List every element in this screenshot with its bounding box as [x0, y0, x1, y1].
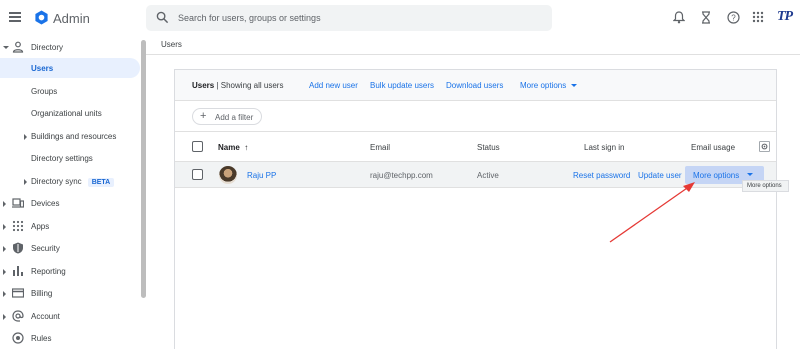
- sidebar-item-label: Directory: [31, 43, 64, 52]
- card-header: Users | Showing all users Add new user B…: [175, 70, 776, 101]
- caret-down-icon: [571, 84, 578, 87]
- sidebar-item-label: Directory settings: [31, 154, 93, 163]
- at-sign-icon: [12, 310, 24, 322]
- card-title-bold: Users: [192, 81, 215, 90]
- person-icon: [12, 41, 24, 53]
- sidebar-item-label: Reporting: [31, 267, 66, 276]
- help-icon[interactable]: ?: [727, 11, 740, 24]
- sidebar-item-label: Billing: [31, 289, 53, 298]
- avatar: [219, 166, 237, 184]
- search-bar[interactable]: [146, 5, 552, 31]
- select-all-checkbox[interactable]: [192, 141, 203, 152]
- user-name-link[interactable]: Raju PP: [247, 171, 276, 180]
- bar-chart-icon: [13, 266, 23, 276]
- add-new-user-link[interactable]: Add new user: [309, 81, 358, 90]
- rules-icon: [12, 332, 24, 344]
- chevron-right-icon[interactable]: [3, 291, 6, 297]
- breadcrumb: Users: [161, 40, 182, 49]
- card-title: Users | Showing all users: [192, 81, 283, 90]
- more-options-label: More options: [520, 81, 567, 90]
- column-status-header[interactable]: Status: [477, 143, 500, 152]
- sidebar-item-account[interactable]: Account: [0, 306, 140, 326]
- sidebar-item-reporting[interactable]: Reporting: [0, 261, 140, 281]
- sidebar-item-rules[interactable]: Rules: [0, 328, 140, 348]
- beta-badge: BETA: [87, 178, 115, 187]
- annotation-arrow: [609, 182, 695, 243]
- sidebar-item-label: Users: [31, 64, 54, 73]
- column-email-usage-header[interactable]: Email usage: [691, 143, 735, 152]
- sidebar-item-billing[interactable]: Billing: [0, 283, 140, 303]
- caret-down-icon: [747, 173, 753, 176]
- column-name-header[interactable]: Name ↑: [218, 143, 248, 152]
- user-email: raju@techpp.com: [370, 171, 433, 180]
- tooltip: More options: [742, 180, 789, 192]
- sidebar-item-devices[interactable]: Devices: [0, 193, 140, 213]
- shield-icon: [13, 242, 23, 254]
- bulk-update-users-link[interactable]: Bulk update users: [370, 81, 434, 90]
- sidebar-scrollbar[interactable]: [141, 40, 146, 298]
- sidebar-item-directory-sync[interactable]: Directory sync BETA: [0, 171, 140, 191]
- apps-grid-icon[interactable]: [752, 11, 764, 23]
- admin-logo-icon: [35, 10, 48, 25]
- sidebar-item-organizational-units[interactable]: Organizational units: [0, 103, 140, 123]
- row-checkbox[interactable]: [192, 169, 203, 180]
- more-options-menu[interactable]: More options: [520, 81, 578, 90]
- user-status: Active: [477, 171, 499, 180]
- sidebar: Directory Users Groups Organizational un…: [0, 36, 146, 349]
- search-input[interactable]: [178, 10, 538, 26]
- gear-icon[interactable]: [759, 141, 770, 152]
- download-users-link[interactable]: Download users: [446, 81, 503, 90]
- svg-text:?: ?: [731, 14, 736, 23]
- chevron-right-icon[interactable]: [24, 134, 27, 140]
- sidebar-item-label: Organizational units: [31, 109, 102, 118]
- sidebar-item-label: Groups: [31, 87, 58, 96]
- sidebar-item-label: Account: [31, 312, 60, 321]
- sidebar-item-label: Security: [31, 244, 60, 253]
- sidebar-item-label: Devices: [31, 199, 60, 208]
- chevron-right-icon[interactable]: [24, 179, 27, 185]
- sidebar-item-label: Rules: [31, 334, 52, 343]
- devices-icon: [12, 198, 24, 208]
- credit-card-icon: [12, 288, 24, 298]
- add-filter-label: Add a filter: [215, 113, 254, 122]
- search-icon: [156, 11, 169, 24]
- name-header-label: Name: [218, 143, 240, 152]
- chevron-right-icon[interactable]: [3, 224, 6, 230]
- apps-grid-icon: [12, 220, 24, 232]
- column-email-header[interactable]: Email: [370, 143, 390, 152]
- bell-icon[interactable]: [673, 11, 685, 24]
- sidebar-item-security[interactable]: Security: [0, 238, 140, 258]
- sidebar-item-directory[interactable]: Directory: [0, 37, 140, 57]
- app-title[interactable]: Admin: [53, 11, 90, 26]
- sidebar-item-label: Directory sync: [31, 177, 82, 186]
- chevron-down-icon[interactable]: [3, 46, 9, 49]
- sidebar-item-label: Apps: [31, 222, 50, 231]
- chevron-right-icon[interactable]: [3, 201, 6, 207]
- card-title-rest: | Showing all users: [214, 81, 284, 90]
- top-bar: Admin ? TP: [0, 0, 800, 36]
- sort-arrow-icon: ↑: [244, 143, 249, 152]
- divider: [146, 54, 800, 55]
- sidebar-item-groups[interactable]: Groups: [0, 81, 140, 101]
- watermark-logo: TP: [777, 9, 793, 24]
- sidebar-item-users[interactable]: Users: [0, 58, 140, 78]
- hourglass-icon[interactable]: [701, 11, 711, 24]
- chevron-right-icon[interactable]: [3, 246, 6, 252]
- sidebar-item-label: Buildings and resources: [31, 132, 117, 141]
- sidebar-item-buildings-and-resources[interactable]: Buildings and resources: [0, 126, 140, 146]
- sidebar-item-directory-settings[interactable]: Directory settings: [0, 148, 140, 168]
- table-header: Name ↑ Email Status Last sign in Email u…: [175, 131, 776, 161]
- chevron-right-icon[interactable]: [3, 314, 6, 320]
- column-last-sign-in-header[interactable]: Last sign in: [584, 143, 624, 152]
- menu-icon[interactable]: [9, 12, 21, 22]
- plus-icon: +: [200, 110, 207, 122]
- add-filter-button[interactable]: + Add a filter: [192, 108, 262, 125]
- chevron-right-icon[interactable]: [3, 269, 6, 275]
- sidebar-item-apps[interactable]: Apps: [0, 216, 140, 236]
